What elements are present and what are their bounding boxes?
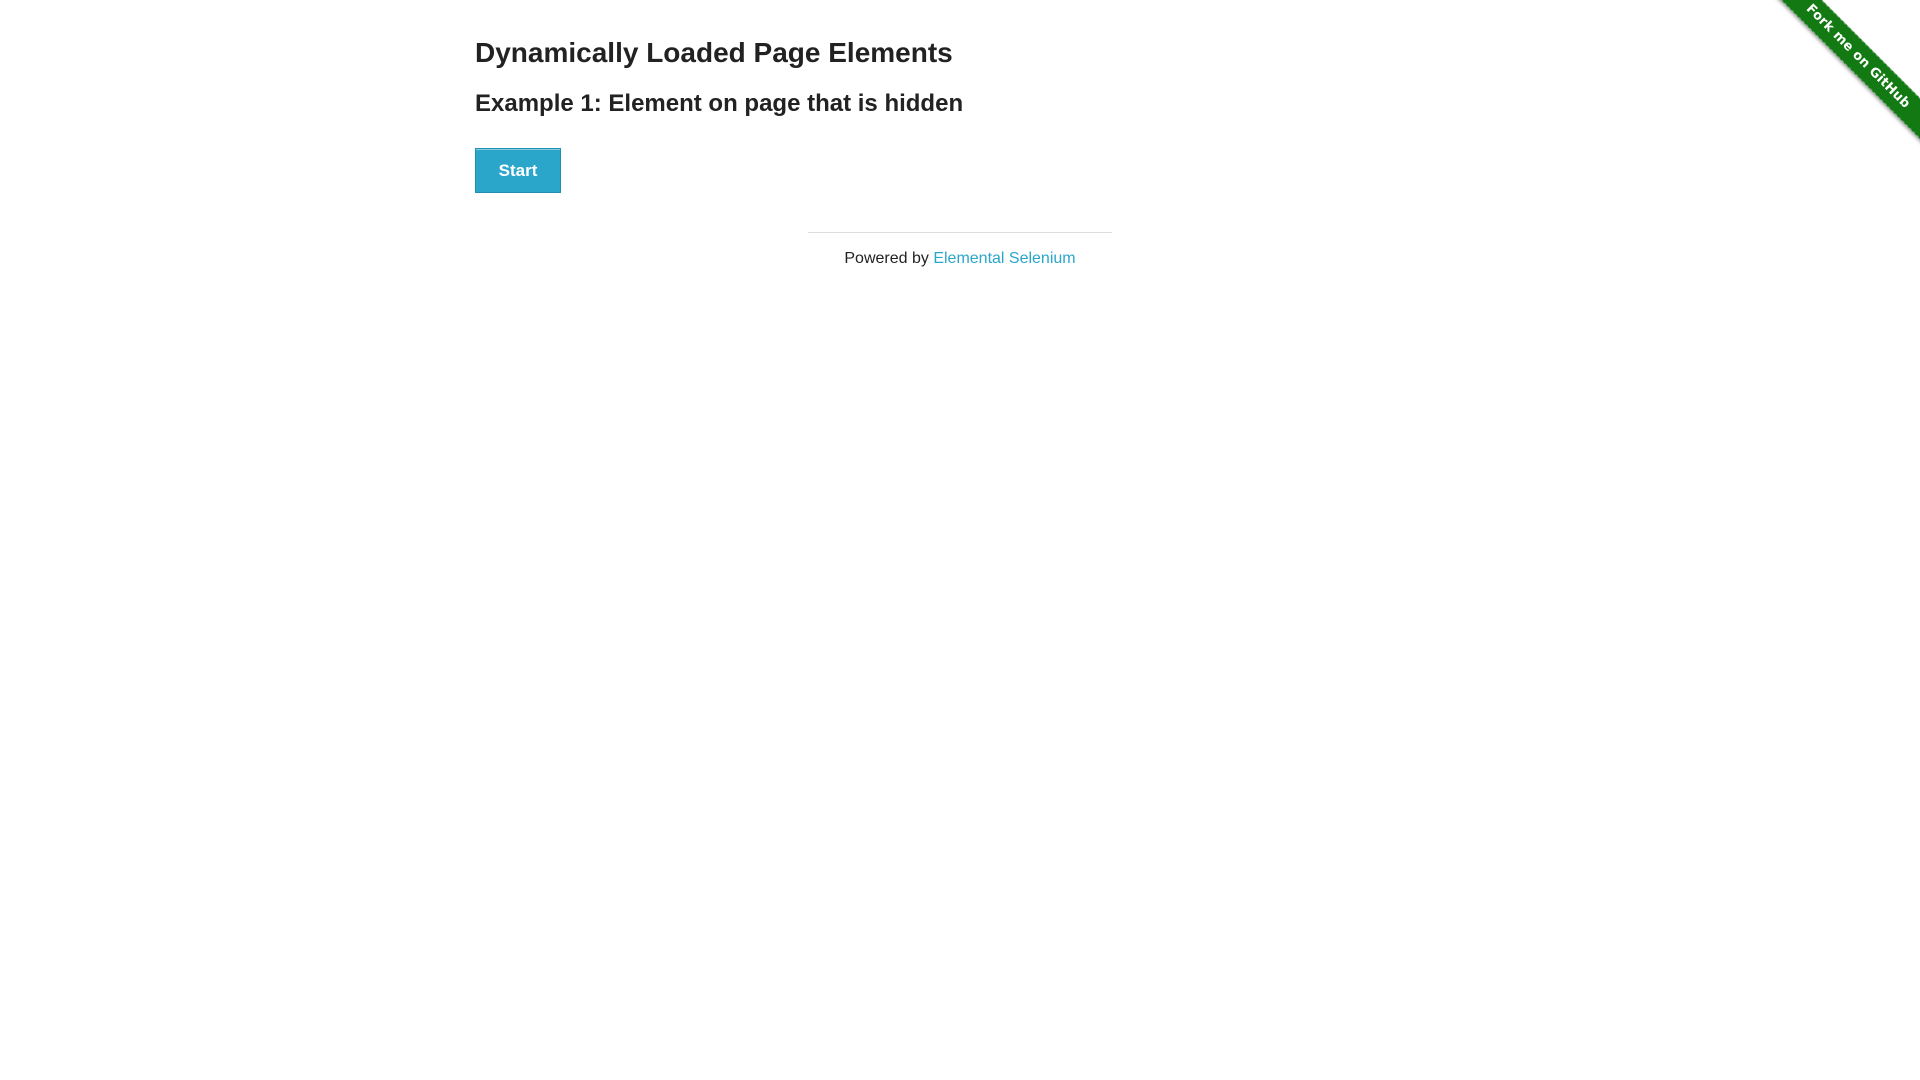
footer: Powered by Elemental Selenium — [808, 232, 1112, 268]
start-button[interactable]: Start — [475, 148, 561, 193]
page-subtitle: Example 1: Element on page that is hidde… — [475, 90, 964, 117]
github-ribbon-container: Fork me on GitHub — [1771, 0, 1920, 149]
page: Fork me on GitHub Dynamically Loaded Pag… — [0, 0, 1920, 1080]
elemental-selenium-link[interactable]: Elemental Selenium — [933, 250, 1075, 267]
page-title: Dynamically Loaded Page Elements — [475, 37, 953, 68]
footer-prefix: Powered by — [844, 250, 934, 267]
fork-me-on-github-ribbon[interactable]: Fork me on GitHub — [1771, 0, 1920, 145]
